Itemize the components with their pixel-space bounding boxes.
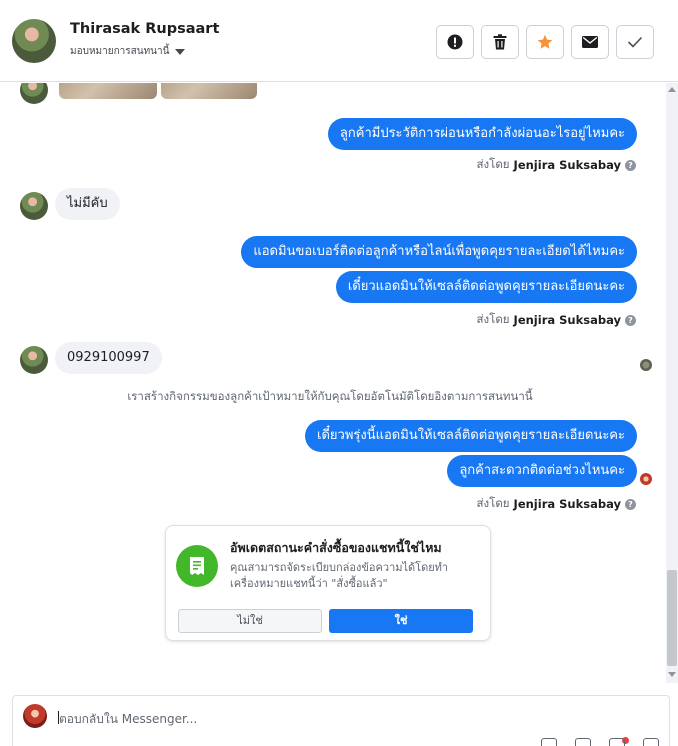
reply-input[interactable]: ตอบกลับใน Messenger...: [59, 710, 197, 729]
sent-by-label: ส่งโดย Jenjira Suksabay ?: [477, 156, 636, 174]
mark-done-button[interactable]: [616, 25, 654, 59]
help-icon[interactable]: ?: [625, 159, 636, 171]
sent-by-label: ส่งโดย Jenjira Suksabay ?: [477, 495, 636, 513]
scrollbar-thumb[interactable]: [667, 570, 677, 666]
mail-icon: [582, 36, 598, 48]
check-icon: [627, 36, 643, 48]
thread-scrollbar[interactable]: [666, 83, 678, 683]
order-card-description: คุณสามารถจัดระเบียบกล่องข้อความได้โดยทำเ…: [230, 561, 449, 590]
outgoing-message[interactable]: แอดมินขอเบอร์ติดต่อลูกค้าหรือไลน์เพื่อพู…: [241, 236, 637, 268]
emoji-icon[interactable]: [609, 738, 625, 746]
order-status-card: อัพเดตสถานะคำสั่งซื้อของแชทนี้ใช่ไหม คุณ…: [165, 525, 491, 641]
reply-composer[interactable]: ตอบกลับใน Messenger...: [12, 695, 670, 746]
assign-label: มอบหมายการสนทนานี้: [70, 46, 170, 57]
attachment-icon[interactable]: [541, 738, 557, 746]
order-no-button[interactable]: ไม่ใช่: [178, 609, 322, 633]
star-icon: [537, 34, 553, 49]
outgoing-message[interactable]: เดี๋ยวพรุ่งนี้แอดมินให้เซลล์ติดต่อพูดคุย…: [305, 420, 637, 452]
header-actions: [436, 25, 654, 59]
sent-by-name: Jenjira Suksabay: [513, 158, 621, 172]
contact-avatar-small: [20, 192, 48, 220]
system-note: เราสร้างกิจกรรมของลูกค้าเป้าหมายให้กับคุ…: [127, 389, 533, 403]
outgoing-message[interactable]: เดี๋ยวแอดมินให้เซลล์ติดต่อพูดคุยรายละเอี…: [335, 271, 637, 303]
contact-avatar[interactable]: [12, 19, 56, 63]
image-attachment[interactable]: [161, 83, 257, 99]
outgoing-message[interactable]: ลูกค้าสะดวกติดต่อช่วงไหนคะ: [447, 455, 637, 487]
composer-tools: [541, 738, 659, 746]
scroll-up-icon[interactable]: [668, 87, 676, 92]
scroll-down-icon[interactable]: [668, 672, 676, 677]
order-yes-button[interactable]: ใช่: [329, 609, 473, 633]
trash-icon: [493, 34, 507, 50]
help-icon[interactable]: ?: [625, 498, 636, 510]
sent-by-prefix: ส่งโดย: [476, 312, 510, 326]
sent-by-prefix: ส่งโดย: [476, 157, 510, 171]
image-attachment[interactable]: [59, 83, 157, 99]
receipt-icon: [176, 545, 218, 587]
incoming-message[interactable]: 0929100997: [55, 342, 162, 374]
like-icon[interactable]: [643, 738, 659, 746]
mark-unread-button[interactable]: [571, 25, 609, 59]
seen-avatar-icon: [640, 473, 652, 485]
sent-by-name: Jenjira Suksabay: [513, 313, 621, 327]
outgoing-message[interactable]: ลูกค้ามีประวัติการผ่อนหรือกำลังผ่อนอะไรอ…: [327, 118, 637, 150]
saved-replies-icon[interactable]: [575, 738, 591, 746]
order-card-title: อัพเดตสถานะคำสั่งซื้อของแชทนี้ใช่ไหม: [230, 540, 442, 555]
sent-by-prefix: ส่งโดย: [476, 496, 510, 510]
incoming-message[interactable]: ไม่มีคับ: [55, 188, 120, 220]
alert-icon: [447, 34, 463, 50]
sent-by-label: ส่งโดย Jenjira Suksabay ?: [477, 311, 636, 329]
contact-avatar-small: [20, 83, 48, 104]
page-avatar: [23, 704, 47, 728]
sent-by-name: Jenjira Suksabay: [513, 497, 621, 511]
contact-name[interactable]: Thirasak Rupsaart: [70, 21, 219, 37]
delete-button[interactable]: [481, 25, 519, 59]
contact-avatar-small: [20, 346, 48, 374]
assign-conversation-dropdown[interactable]: มอบหมายการสนทนานี้: [70, 44, 186, 59]
caret-down-icon: [175, 48, 186, 55]
conversation-header: Thirasak Rupsaart มอบหมายการสนทนานี้: [0, 0, 678, 82]
seen-avatar-icon: [640, 359, 652, 371]
message-thread[interactable]: ลูกค้ามีประวัติการผ่อนหรือกำลังผ่อนอะไรอ…: [0, 83, 668, 683]
star-button[interactable]: [526, 25, 564, 59]
help-icon[interactable]: ?: [625, 314, 636, 326]
mark-spam-button[interactable]: [436, 25, 474, 59]
